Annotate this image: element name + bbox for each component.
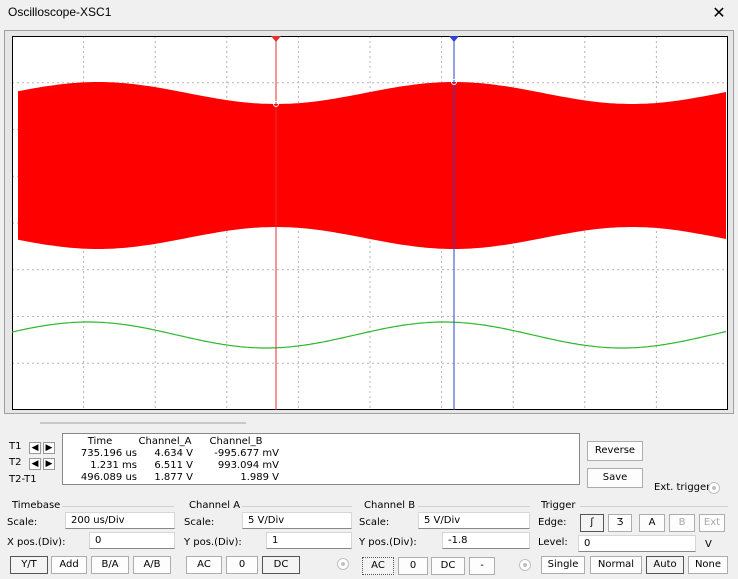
t2-t1-label: T2-T1 (9, 474, 37, 485)
t1-left-arrow-icon[interactable]: ◀ (29, 442, 41, 454)
trigger-normal-button[interactable]: Normal (590, 556, 642, 574)
timebase-title: Timebase (12, 500, 61, 511)
mode-yt-button[interactable]: Y/T (10, 556, 48, 574)
dt-channel-b: 1.989 V (240, 472, 279, 483)
channel-b-scale-label: Scale: (359, 517, 390, 528)
timebase-xpos-label: X pos.(Div): (7, 537, 66, 548)
t1-right-arrow-icon[interactable]: ▶ (43, 442, 55, 454)
channel-a-ypos-field[interactable]: 1 (266, 532, 352, 549)
channel-a-dc-button[interactable]: DC (262, 556, 300, 574)
horizontal-scrollbar[interactable] (40, 422, 246, 424)
rising-edge-icon[interactable]: ʃ (580, 514, 604, 532)
channel-a-scale-field[interactable]: 5 V/Div (242, 512, 352, 529)
t2-time: 1.231 ms (90, 460, 137, 471)
channel-b-ac-button[interactable]: AC (362, 557, 394, 575)
channel-a-title: Channel A (189, 500, 241, 511)
t2-left-arrow-icon[interactable]: ◀ (29, 458, 41, 470)
timebase-divider (62, 506, 174, 507)
trigger-source-ext-button[interactable]: Ext (699, 514, 725, 532)
trigger-none-button[interactable]: None (688, 556, 728, 574)
channel-b-ypos-label: Y pos.(Div): (359, 537, 417, 548)
trigger-single-button[interactable]: Single (541, 556, 585, 574)
channel-b-divider (418, 506, 530, 507)
channel-b-terminal[interactable] (519, 559, 531, 571)
trigger-divider (580, 506, 728, 507)
mode-add-button[interactable]: Add (51, 556, 87, 574)
t2-right-arrow-icon[interactable]: ▶ (43, 458, 55, 470)
t1-label: T1 (9, 441, 22, 452)
t1-channel-b: -995.677 mV (214, 448, 279, 459)
channel-a-ypos-label: Y pos.(Div): (184, 537, 242, 548)
channel-a-divider (242, 506, 352, 507)
timebase-xpos-field[interactable]: 0 (89, 532, 175, 549)
measurement-readout: Time Channel_A Channel_B 735.196 us 4.63… (62, 433, 580, 485)
ext-trigger-label: Ext. trigger (654, 482, 711, 493)
reverse-button[interactable]: Reverse (587, 441, 643, 461)
t2-label: T2 (9, 457, 22, 468)
channel-a-ac-button[interactable]: AC (186, 556, 222, 574)
trigger-edge-label: Edge: (538, 517, 567, 528)
header-time: Time (87, 436, 113, 447)
window-title: Oscilloscope-XSC1 (8, 5, 112, 19)
channel-b-minus-button[interactable]: - (469, 557, 495, 575)
dt-time: 496.089 us (80, 472, 137, 483)
trigger-level-field[interactable]: 0 (578, 535, 696, 552)
trigger-source-b-button[interactable]: B (669, 514, 695, 532)
channel-a-envelope (18, 82, 726, 249)
trigger-source-a-button[interactable]: A (639, 514, 665, 532)
title-bar: Oscilloscope-XSC1 ✕ (0, 0, 738, 28)
ext-trigger-terminal[interactable] (708, 482, 720, 494)
channel-a-scale-label: Scale: (184, 517, 215, 528)
channel-a-zero-button[interactable]: 0 (226, 556, 258, 574)
channel-b-ypos-field[interactable]: -1.8 (442, 532, 530, 549)
header-channel-b: Channel_B (209, 436, 263, 447)
trigger-level-label: Level: (538, 537, 568, 548)
channel-b-title: Channel B (364, 500, 416, 511)
trigger-title: Trigger (541, 500, 576, 511)
scope-display[interactable] (12, 36, 728, 410)
t2-channel-b: 993.094 mV (217, 460, 279, 471)
channel-b-dc-button[interactable]: DC (431, 557, 465, 575)
channel-b-zero-button[interactable]: 0 (398, 557, 428, 575)
trigger-auto-button[interactable]: Auto (646, 556, 684, 574)
t1-time: 735.196 us (80, 448, 137, 459)
timebase-scale-label: Scale: (7, 517, 38, 528)
save-button[interactable]: Save (587, 468, 643, 488)
mode-ba-button[interactable]: B/A (91, 556, 129, 574)
channel-a-terminal[interactable] (337, 558, 349, 570)
timebase-scale-field[interactable]: 200 us/Div (65, 512, 175, 529)
close-icon[interactable]: ✕ (708, 2, 730, 24)
channel-a-trace (18, 82, 726, 249)
falling-edge-icon[interactable]: Ʒ (608, 514, 632, 532)
dt-channel-a: 1.877 V (154, 472, 193, 483)
header-channel-a: Channel_A (138, 436, 192, 447)
t1-channel-a: 4.634 V (154, 448, 193, 459)
t2-channel-a: 6.511 V (154, 460, 193, 471)
trigger-level-unit: V (705, 539, 712, 550)
channel-b-scale-field[interactable]: 5 V/Div (418, 512, 530, 529)
mode-ab-button[interactable]: A/B (133, 556, 171, 574)
